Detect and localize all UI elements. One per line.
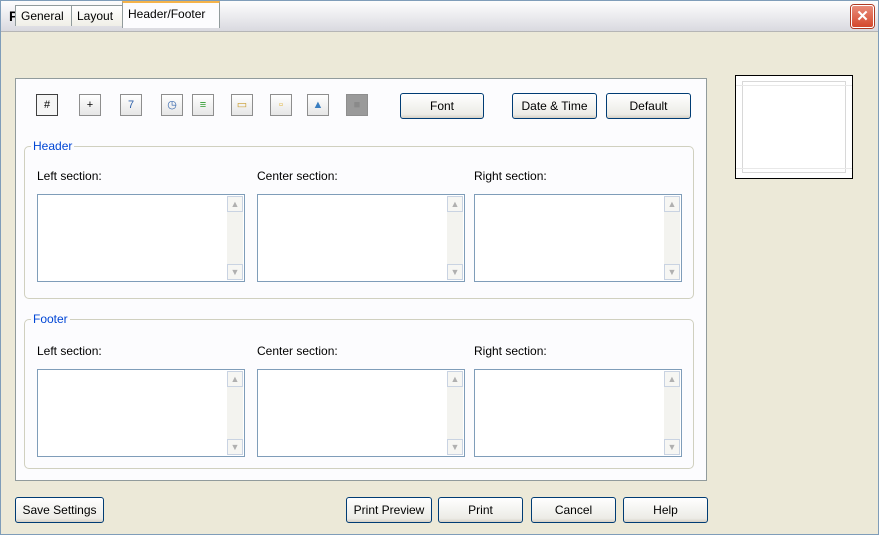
file-path-button[interactable]: ≡ [192, 94, 214, 116]
scroll-down-icon[interactable]: ▼ [227, 264, 243, 280]
save-settings-label: Save Settings [22, 503, 97, 517]
sheet-name-icon: ▫ [279, 99, 283, 111]
file-name-button[interactable]: ▭ [231, 94, 253, 116]
cancel-label: Cancel [554, 503, 593, 517]
footer-center-label: Center section: [257, 344, 338, 358]
scrollbar[interactable]: ▲ ▼ [447, 196, 463, 280]
print-preview-label: Print Preview [353, 503, 425, 517]
header-right-textarea[interactable]: ▲ ▼ [474, 194, 682, 282]
file-name-icon: ▭ [236, 99, 248, 111]
date-icon: 7 [127, 99, 135, 111]
scrollbar[interactable]: ▲ ▼ [227, 196, 243, 280]
help-button[interactable]: Help [623, 497, 708, 523]
font-button[interactable]: Font [400, 93, 484, 119]
date-time-button-label: Date & Time [521, 99, 588, 113]
preview-margins [742, 81, 846, 173]
default-button-label: Default [629, 99, 668, 113]
tab-general[interactable]: General [15, 5, 73, 26]
total-pages-icon: + [86, 99, 94, 111]
scroll-down-icon[interactable]: ▼ [447, 439, 463, 455]
scroll-down-icon[interactable]: ▼ [664, 264, 680, 280]
header-left-textarea[interactable]: ▲ ▼ [37, 194, 245, 282]
header-right-label: Right section: [474, 169, 547, 183]
close-icon: ✕ [856, 8, 869, 25]
preview-footer-line [736, 168, 852, 169]
tab-layout[interactable]: Layout [71, 5, 125, 26]
scroll-down-icon[interactable]: ▼ [447, 264, 463, 280]
scroll-down-icon[interactable]: ▼ [227, 439, 243, 455]
scrollbar[interactable]: ▲ ▼ [227, 371, 243, 455]
insert-picture-button[interactable]: ▲ [307, 94, 329, 116]
footer-left-textarea[interactable]: ▲ ▼ [37, 369, 245, 457]
footer-right-textarea[interactable]: ▲ ▼ [474, 369, 682, 457]
file-path-icon: ≡ [199, 99, 207, 111]
scroll-up-icon[interactable]: ▲ [664, 371, 680, 387]
header-center-textarea[interactable]: ▲ ▼ [257, 194, 465, 282]
insert-picture-icon: ▲ [312, 99, 324, 111]
save-settings-button[interactable]: Save Settings [15, 497, 104, 523]
font-button-label: Font [429, 99, 454, 113]
page-number-button[interactable]: # [36, 94, 58, 116]
time-button[interactable]: ◷ [161, 94, 183, 116]
tab-layout-label: Layout [77, 9, 114, 23]
format-picture-button[interactable]: ■ [346, 94, 368, 116]
print-label: Print [468, 503, 493, 517]
footer-right-label: Right section: [474, 344, 547, 358]
scroll-up-icon[interactable]: ▲ [227, 196, 243, 212]
scrollbar[interactable]: ▲ ▼ [664, 371, 680, 455]
date-time-button[interactable]: Date & Time [512, 93, 597, 119]
footer-legend: Footer [31, 312, 70, 326]
close-button[interactable]: ✕ [851, 5, 874, 28]
page-number-icon: # [43, 99, 51, 111]
default-button[interactable]: Default [606, 93, 691, 119]
scroll-up-icon[interactable]: ▲ [664, 196, 680, 212]
sheet-name-button[interactable]: ▫ [270, 94, 292, 116]
footer-left-label: Left section: [37, 344, 102, 358]
help-label: Help [653, 503, 678, 517]
print-button[interactable]: Print [438, 497, 523, 523]
scroll-up-icon[interactable]: ▲ [447, 371, 463, 387]
scrollbar[interactable]: ▲ ▼ [664, 196, 680, 280]
tab-header-footer[interactable]: Header/Footer [122, 1, 220, 28]
header-legend: Header [31, 139, 75, 153]
preview-header-line [736, 85, 852, 86]
tab-header-footer-label: Header/Footer [128, 7, 206, 21]
time-icon: ◷ [167, 99, 177, 111]
header-center-label: Center section: [257, 169, 338, 183]
cancel-button[interactable]: Cancel [531, 497, 616, 523]
scrollbar[interactable]: ▲ ▼ [447, 371, 463, 455]
scroll-down-icon[interactable]: ▼ [664, 439, 680, 455]
scroll-up-icon[interactable]: ▲ [447, 196, 463, 212]
scroll-up-icon[interactable]: ▲ [227, 371, 243, 387]
tab-general-label: General [21, 9, 64, 23]
date-button[interactable]: 7 [120, 94, 142, 116]
print-preview-button[interactable]: Print Preview [346, 497, 432, 523]
page-preview [735, 75, 853, 179]
footer-center-textarea[interactable]: ▲ ▼ [257, 369, 465, 457]
format-picture-icon: ■ [353, 99, 361, 111]
header-left-label: Left section: [37, 169, 102, 183]
print-dialog: Print ✕ General Layout Header/Footer # +… [0, 0, 879, 535]
total-pages-button[interactable]: + [79, 94, 101, 116]
